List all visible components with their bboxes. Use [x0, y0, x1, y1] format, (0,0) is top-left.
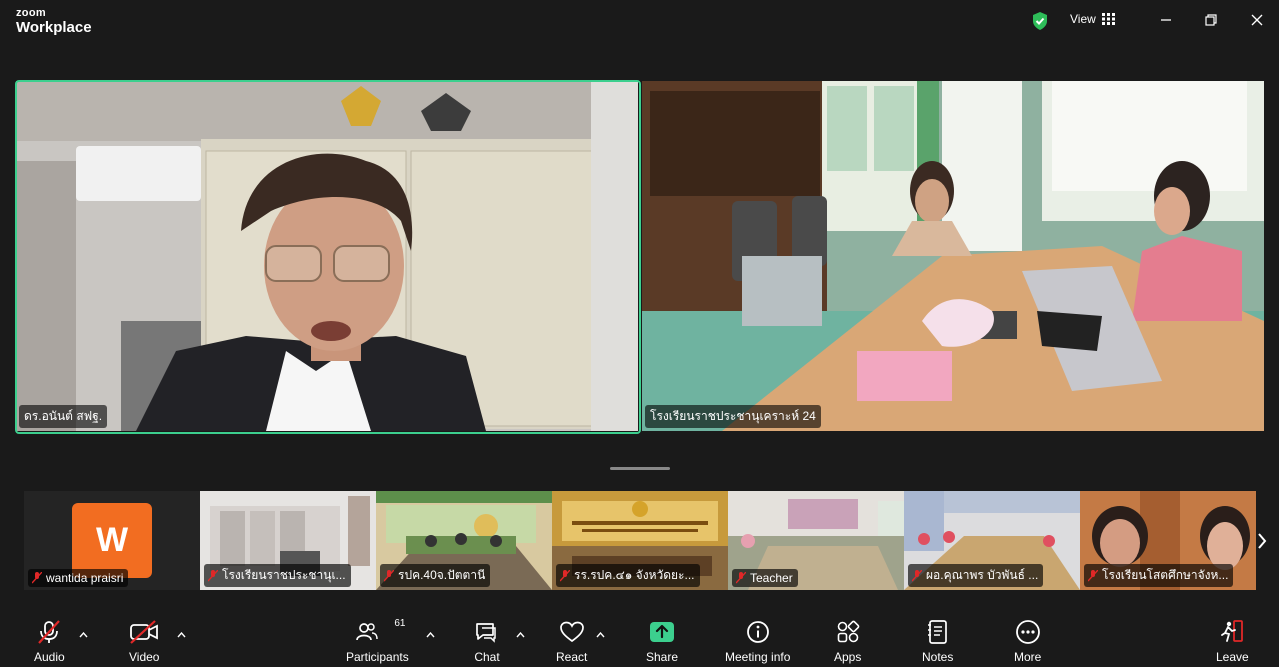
heart-icon — [559, 621, 584, 643]
more-icon — [1015, 620, 1040, 644]
app-logo: zoom Workplace — [16, 7, 92, 36]
participant-tile[interactable]: W wantida praisri — [24, 491, 200, 590]
avatar: W — [72, 503, 152, 578]
grid-icon — [1101, 13, 1115, 25]
share-label: Share — [646, 650, 679, 664]
logo-zoom: zoom — [16, 7, 46, 19]
participant-name-tag: ผอ.คุณาพร บัวพันธ์ ... — [908, 564, 1044, 587]
share-button[interactable]: Share — [646, 618, 678, 664]
participants-icon — [356, 623, 379, 641]
audio-options-caret[interactable] — [79, 630, 88, 640]
mic-muted-icon — [912, 569, 922, 581]
participants-label: Participants — [346, 650, 409, 664]
video-button[interactable]: Video — [129, 618, 159, 664]
apps-icon — [837, 620, 860, 643]
more-label: More — [1014, 650, 1042, 664]
participant-name: Teacher — [750, 571, 793, 585]
participant-name-tag: Teacher — [732, 569, 798, 587]
chat-label: Chat — [474, 650, 500, 664]
view-button[interactable]: View — [1070, 12, 1115, 26]
room-video-feed — [642, 81, 1264, 431]
notes-label: Notes — [922, 650, 954, 664]
participant-name-tag: โรงเรียนราชประชานุเ... — [204, 564, 351, 587]
restore-button[interactable] — [1199, 10, 1223, 30]
participants-button[interactable]: 61 Participants — [346, 618, 409, 664]
speaker-name-tag: ดร.อนันต์ สฟฐ. — [19, 405, 108, 428]
more-button[interactable]: More — [1014, 618, 1041, 664]
mic-muted-icon — [1088, 569, 1098, 581]
mic-muted-icon — [38, 620, 61, 644]
mic-muted-icon — [208, 569, 218, 581]
thumbnail-strip: W wantida praisri โรงเรียนราชประชานุเ... — [24, 491, 1256, 590]
video-label: Video — [129, 650, 160, 664]
chat-options-caret[interactable] — [516, 630, 525, 640]
next-page-button[interactable] — [1254, 528, 1270, 554]
meeting-info-button[interactable]: Meeting info — [725, 618, 790, 664]
audio-button[interactable]: Audio — [34, 618, 65, 664]
restore-icon — [1205, 14, 1217, 26]
info-icon — [746, 621, 769, 643]
video-off-icon — [130, 620, 159, 644]
participant-name: รร.รปค.๔๑ จังหวัดยะ... — [574, 568, 695, 582]
mic-muted-icon — [736, 572, 746, 584]
video-options-caret[interactable] — [177, 630, 186, 640]
react-button[interactable]: React — [556, 618, 587, 664]
mic-muted-icon — [560, 569, 570, 581]
video-tile-room[interactable]: โรงเรียนราชประชานุเคราะห์ 24 — [642, 81, 1264, 431]
close-icon — [1251, 14, 1263, 26]
meeting-toolbar: Audio Video 61 Participants Chat React S… — [0, 612, 1279, 667]
chevron-up-icon — [79, 631, 88, 638]
meeting-info-label: Meeting info — [725, 650, 791, 664]
participant-tile[interactable]: โรงเรียนโสตศึกษาจังห... — [1080, 491, 1256, 590]
chat-button[interactable]: Chat — [474, 618, 500, 664]
audio-label: Audio — [34, 650, 65, 664]
participant-name-tag: wantida praisri — [28, 569, 129, 587]
react-options-caret[interactable] — [596, 630, 605, 640]
chevron-up-icon — [516, 631, 525, 638]
notes-icon — [927, 620, 947, 644]
chat-icon — [476, 623, 496, 643]
mic-muted-icon — [32, 572, 42, 584]
chevron-right-icon — [1258, 533, 1267, 549]
participants-count: 61 — [394, 618, 406, 629]
participant-name: รปค.40จ.ปัตตานี — [398, 568, 486, 582]
participant-name-tag: รปค.40จ.ปัตตานี — [380, 564, 491, 587]
leave-label: Leave — [1216, 650, 1249, 664]
participant-name-tag: รร.รปค.๔๑ จังหวัดยะ... — [556, 564, 700, 587]
participant-tile[interactable]: โรงเรียนราชประชานุเ... — [200, 491, 376, 590]
security-shield-icon[interactable] — [1031, 11, 1049, 31]
participants-options-caret[interactable] — [426, 630, 435, 640]
share-screen-icon — [650, 622, 675, 642]
participant-tile[interactable]: Teacher — [728, 491, 904, 590]
view-label: View — [1070, 12, 1096, 26]
minimize-button[interactable] — [1154, 10, 1178, 30]
participant-tile[interactable]: ผอ.คุณาพร บัวพันธ์ ... — [904, 491, 1080, 590]
leave-icon — [1221, 620, 1244, 642]
participant-tile[interactable]: รร.รปค.๔๑ จังหวัดยะ... — [552, 491, 728, 590]
notes-button[interactable]: Notes — [922, 618, 953, 664]
apps-label: Apps — [834, 650, 862, 664]
participant-name: ผอ.คุณาพร บัวพันธ์ ... — [926, 568, 1039, 582]
chevron-up-icon — [177, 631, 186, 638]
participant-name: โรงเรียนราชประชานุเ... — [222, 568, 346, 582]
participant-name-tag: โรงเรียนโสตศึกษาจังห... — [1084, 564, 1234, 587]
room-name-tag: โรงเรียนราชประชานุเคราะห์ 24 — [645, 405, 821, 428]
resize-handle[interactable] — [610, 467, 670, 470]
close-button[interactable] — [1245, 10, 1269, 30]
leave-button[interactable]: Leave — [1216, 618, 1249, 664]
react-label: React — [556, 650, 588, 664]
video-tile-speaker[interactable]: ดร.อนันต์ สฟฐ. — [16, 81, 638, 431]
chevron-up-icon — [596, 631, 605, 638]
logo-workplace: Workplace — [16, 19, 92, 36]
apps-button[interactable]: Apps — [834, 618, 861, 664]
title-bar: zoom Workplace View — [0, 0, 1279, 44]
participant-tile[interactable]: รปค.40จ.ปัตตานี — [376, 491, 552, 590]
participant-name: โรงเรียนโสตศึกษาจังห... — [1102, 568, 1229, 582]
minimize-icon — [1161, 19, 1171, 21]
speaker-video-feed — [16, 81, 638, 431]
mic-muted-icon — [384, 569, 394, 581]
participant-name: wantida praisri — [46, 571, 124, 585]
chevron-up-icon — [426, 631, 435, 638]
